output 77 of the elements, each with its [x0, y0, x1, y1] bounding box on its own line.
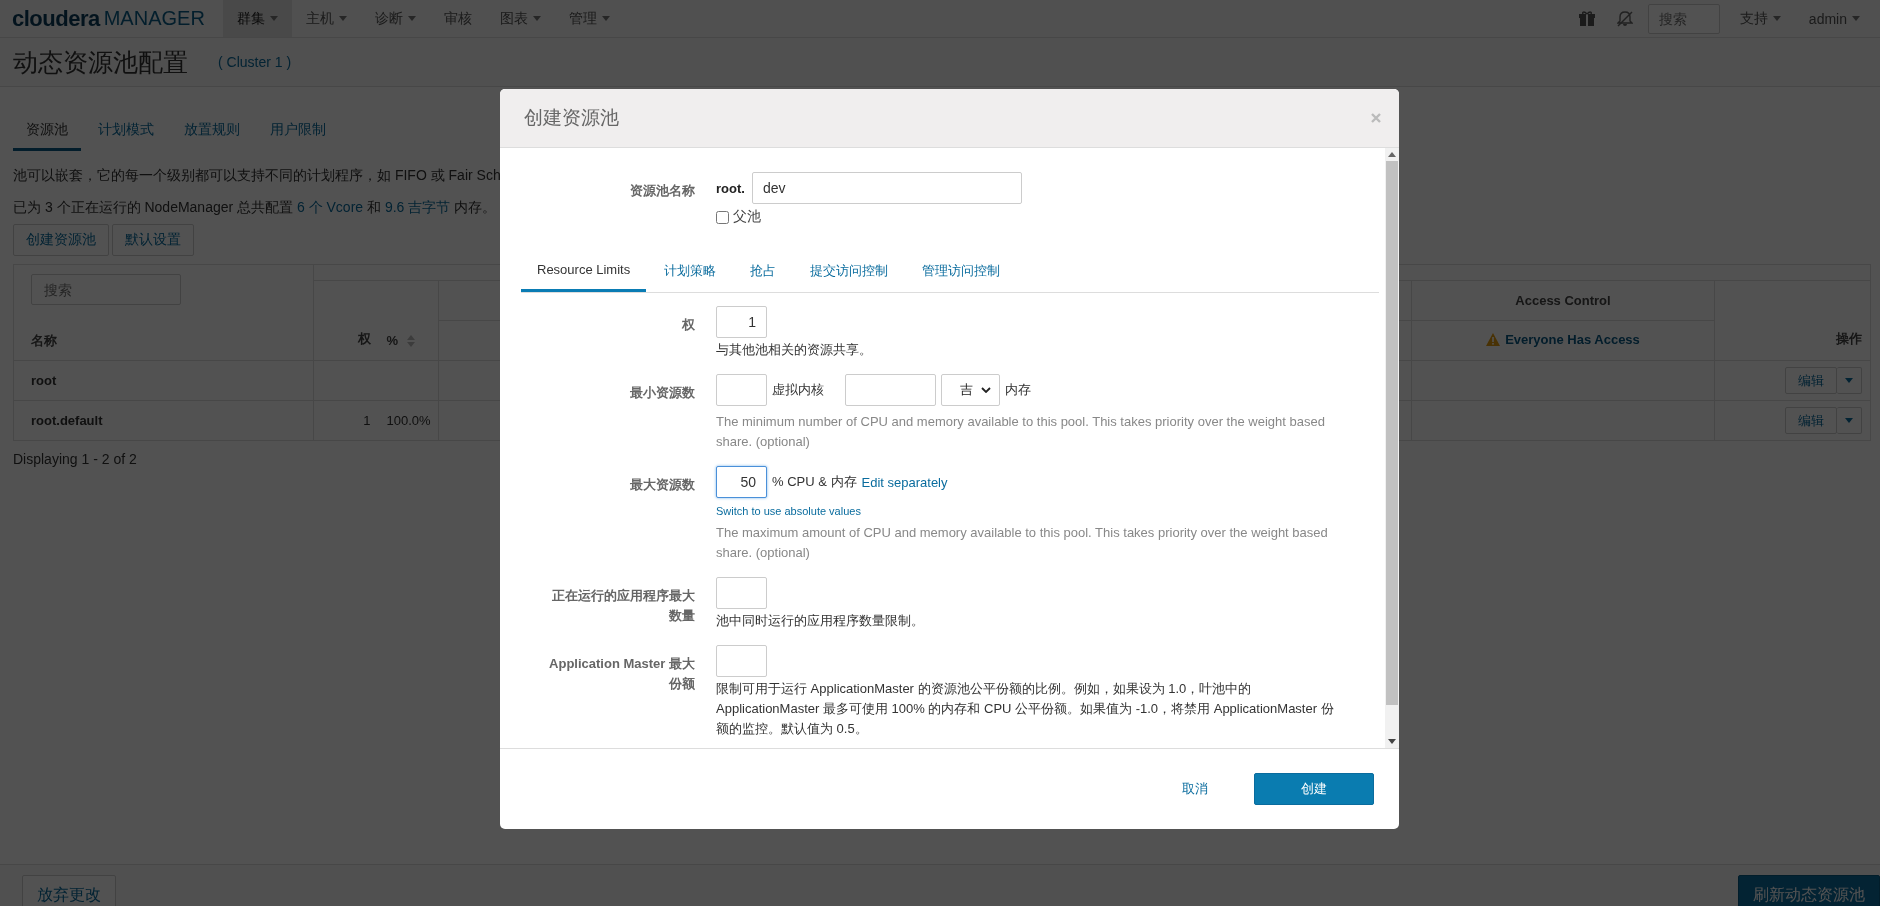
- summary-text: 已为 3 个正在运行的 NodeManager 总共配置 6 个 Vcore 和 9.6 吉字节 内存。: [13, 198, 497, 217]
- tab[interactable]: 管理访问控制: [906, 252, 1017, 292]
- number-field[interactable]: [716, 577, 767, 609]
- field-label: 权: [681, 316, 695, 334]
- number-field[interactable]: 50: [716, 466, 767, 498]
- modal-title: 创建资源池: [524, 106, 619, 130]
- tab[interactable]: 提交访问控制: [794, 252, 905, 292]
- dropdown-button[interactable]: [1837, 367, 1863, 394]
- column-header: 权: [357, 331, 371, 346]
- column-header: 操作: [1836, 331, 1863, 346]
- description-text: 池可以嵌套，它的每一个级别都可以支持不同的计划程序，如 FIFO 或 Fair Sch: [13, 166, 501, 185]
- table-cell: 100.0%: [378, 400, 439, 441]
- toolbar-button[interactable]: 默认设置: [112, 224, 194, 256]
- pagination-text: Displaying 1 - 2 of 2: [13, 451, 138, 467]
- name-prefix: root.: [716, 180, 745, 196]
- name-field[interactable]: dev: [751, 172, 1022, 204]
- gift-icon: [1578, 10, 1595, 27]
- bell-icon: [1616, 10, 1633, 27]
- summary-link[interactable]: 6 个 Vcore: [296, 199, 364, 215]
- refresh-button[interactable]: 刷新动态资源池: [1738, 875, 1880, 906]
- help-text: The maximum amount of CPU and memory available to this pool. This takes priority over the weight based share. (optional): [716, 524, 1329, 562]
- unit-label: 内存: [1005, 381, 1031, 399]
- nav-menu[interactable]: 群集: [222, 0, 292, 37]
- scroll-up-icon: [1388, 152, 1396, 157]
- help-text: 限制可用于运行 ApplicationMaster 的资源池公平份额的比例。例如，如果设为 1.0，叶池中的 ApplicationMaster 最多可使用 100% 的内存和 CPU 公平份额。如果值为 -1.0，将禁用 ApplicationMaster 份额的监控。默认值为 0.5。: [716, 680, 1335, 738]
- close-icon: [1371, 113, 1381, 123]
- table-cell: root: [13, 360, 314, 401]
- field-label: 正在运行的应用程序最大数量: [551, 587, 695, 625]
- edit-button[interactable]: 编辑: [1785, 367, 1838, 394]
- column-header: %: [386, 333, 399, 348]
- unit-select[interactable]: 吉: [941, 374, 1000, 406]
- caret-icon: [1845, 378, 1854, 383]
- help-text: 与其他池相关的资源共享。: [716, 341, 873, 359]
- logo-text: cloudera: [12, 5, 100, 32]
- tab[interactable]: 放置规则: [171, 115, 253, 151]
- checkbox[interactable]: [716, 210, 729, 224]
- number-field[interactable]: [716, 374, 767, 406]
- tab[interactable]: 资源池: [13, 115, 81, 151]
- discard-button[interactable]: 放弃更改: [22, 875, 116, 906]
- field-label: 最小资源数: [629, 384, 695, 402]
- number-field[interactable]: [845, 374, 936, 406]
- toolbar-button[interactable]: 创建资源池: [13, 224, 109, 256]
- help-text: The minimum number of CPU and memory available to this pool. This takes priority over the weight based share. (optional): [716, 413, 1326, 451]
- tab[interactable]: 抢占: [734, 252, 793, 292]
- field-label: 最大资源数: [629, 476, 695, 494]
- tab[interactable]: 用户限制: [257, 115, 339, 151]
- unit-label: % CPU & 内存: [772, 473, 857, 491]
- cancel-link[interactable]: 取消: [1182, 780, 1208, 798]
- tab[interactable]: 计划模式: [85, 115, 167, 151]
- tab[interactable]: 计划策略: [648, 252, 733, 292]
- cluster-link[interactable]: ( Cluster 1 ): [218, 54, 292, 70]
- edit-button[interactable]: 编辑: [1785, 407, 1838, 434]
- checkbox-label: 父池: [733, 208, 761, 226]
- logo-text: MANAGER: [103, 7, 205, 30]
- scrollbar[interactable]: [1385, 148, 1399, 748]
- tab[interactable]: Resource Limits: [521, 252, 647, 292]
- summary-link[interactable]: 9.6 吉字节: [384, 199, 451, 215]
- create-button[interactable]: 创建: [1254, 773, 1374, 805]
- chevron-icon: [981, 387, 991, 393]
- edit-link[interactable]: Edit separately: [861, 474, 948, 490]
- warning-icon: [1486, 333, 1501, 346]
- field-label: Application Master 最大份额: [548, 655, 695, 693]
- table-cell: root.default: [13, 400, 314, 441]
- scroll-down-icon: [1388, 739, 1396, 744]
- column-header: Access Control: [1411, 280, 1715, 321]
- number-field[interactable]: [716, 645, 767, 677]
- scrollbar-thumb[interactable]: [1386, 161, 1398, 705]
- field-label: 资源池名称: [629, 182, 695, 200]
- access-link[interactable]: Everyone Has Access: [1486, 332, 1640, 347]
- dropdown-button[interactable]: [1837, 407, 1863, 434]
- switch-link[interactable]: Switch to use absolute values: [716, 505, 861, 517]
- caret-icon: [1845, 418, 1854, 423]
- help-text: 池中同时运行的应用程序数量限制。: [716, 612, 925, 630]
- column-header: 名称: [31, 332, 58, 350]
- unit-label: 虚拟内核: [772, 381, 824, 399]
- number-field[interactable]: 1: [716, 306, 767, 338]
- page-title: 动态资源池配置: [13, 46, 188, 78]
